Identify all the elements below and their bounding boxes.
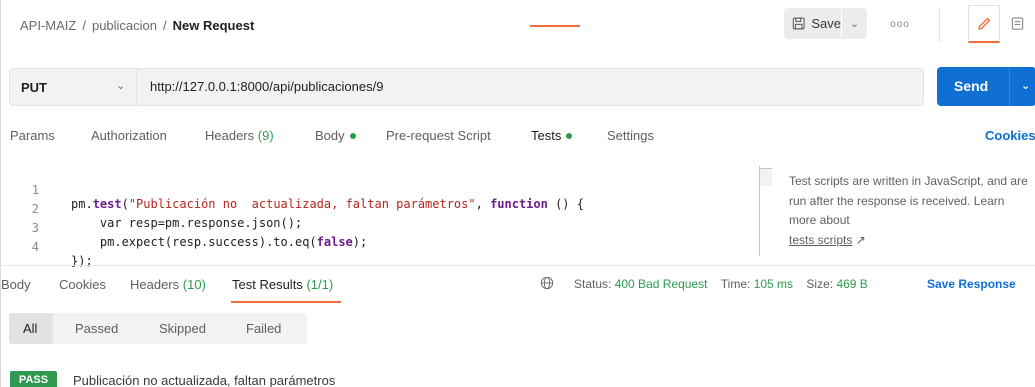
send-button[interactable]: Send ⌄ [937,67,1035,106]
filter-passed[interactable]: Passed [75,321,118,336]
time-label: Time: [720,277,751,291]
save-button[interactable]: Save [784,8,841,39]
save-response-button[interactable]: Save Response [927,277,1016,291]
status-label: Status: [574,277,612,291]
tests-script-editor[interactable]: 1 pm.test("Publicación no actualizada, f… [9,166,773,268]
tab-label: Params [10,128,55,143]
filter-all[interactable]: All [23,321,37,336]
pencil-icon [978,17,991,30]
pass-badge: PASS [10,371,57,387]
chevron-down-icon: ⌄ [849,18,860,30]
tab-response-cookies[interactable]: Cookies [59,277,106,292]
tab-label: Headers [130,277,180,292]
editor-line: 3 pm.expect(resp.success).to.eq(false); [9,207,769,249]
editor-line: 2 var resp=pm.response.json(); [9,188,769,230]
tab-label: Body [315,128,345,143]
response-meta: Status: 400 Bad Request Time: 105 ms Siz… [574,277,868,291]
method-select[interactable]: PUT [21,80,47,95]
tab-label: Tests [531,128,562,143]
size-label: Size: [806,277,834,291]
active-tab-indicator [530,25,580,27]
tab-body[interactable]: Body [315,128,356,143]
floppy-icon [792,17,805,30]
request-tabs: Params Authorization Headers (9) Body Pr… [1,128,1035,158]
tests-scripts-link[interactable]: tests scripts [789,233,852,247]
response-divider[interactable] [1,265,1035,266]
send-split-divider [1009,67,1010,106]
test-result-name: Publicación no actualizada, faltan parám… [73,373,336,387]
toolbar-divider [939,8,940,42]
tab-pre-request-script[interactable]: Pre-request Script [386,128,491,143]
breadcrumb-collection[interactable]: API-MAIZ [20,18,76,33]
tab-tests[interactable]: Tests [531,128,573,143]
more-options-button[interactable]: ooo [887,14,913,34]
tab-label: Authorization [91,128,167,143]
help-text: Test scripts are written in JavaScript, … [789,174,1028,227]
time-value[interactable]: 105 ms [754,277,793,291]
external-link-icon: ↗ [855,232,866,247]
status-value[interactable]: 400 Bad Request [615,277,708,291]
documentation-button[interactable] [1004,10,1030,36]
editor-line: 1 pm.test("Publicación no actualizada, f… [9,169,769,211]
line-number: 4 [31,240,39,254]
breadcrumb-folder[interactable]: publicacion [92,18,157,33]
filter-skipped[interactable]: Skipped [159,321,206,336]
save-label: Save [811,16,841,31]
tests-help-panel: Test scripts are written in JavaScript, … [789,172,1034,250]
breadcrumb-separator: / [82,18,86,33]
tab-count: (1/1) [306,277,334,292]
globe-icon[interactable] [540,276,554,290]
results-filter: All Passed Skipped Failed [9,313,307,344]
tab-label: Pre-request Script [386,128,491,143]
tab-label: Body [1,277,31,292]
editor-line: 4 }); [9,226,769,268]
active-response-tab-indicator [231,301,341,303]
url-input[interactable] [150,79,910,94]
breadcrumb: API-MAIZ / publicacion / New Request [20,18,254,33]
size-value[interactable]: 469 B [836,277,867,291]
tab-count: (9) [257,128,274,143]
response-tabs: Body Cookies Headers (10) Test Results (… [1,277,1035,303]
modified-dot-icon [349,132,356,139]
breadcrumb-separator: / [163,18,167,33]
chevron-down-icon[interactable]: ⌄ [1021,79,1030,92]
chevron-down-icon[interactable]: ⌄ [116,79,125,92]
tab-label: Headers [205,128,255,143]
tab-count: (10) [182,277,206,292]
edit-button[interactable] [968,5,1000,43]
url-divider [136,69,137,105]
save-options-button[interactable]: ⌄ [842,8,867,39]
tab-headers[interactable]: Headers (9) [205,128,274,143]
postman-window: API-MAIZ / publicacion / New Request Save ⌄ … [0,0,1035,387]
modified-dot-icon [566,132,573,139]
breadcrumb-request-name[interactable]: New Request [173,18,255,33]
tab-label: Settings [607,128,654,143]
request-header: API-MAIZ / publicacion / New Request Save ⌄ … [1,0,1035,56]
document-icon [1011,16,1023,30]
tab-params[interactable]: Params [10,128,55,143]
tab-authorization[interactable]: Authorization [91,128,167,143]
tab-label: Cookies [59,277,106,292]
send-label: Send [954,78,989,94]
editor-scroll-thumb[interactable] [760,168,772,186]
tab-label: Test Results [232,277,303,292]
tab-settings[interactable]: Settings [607,128,654,143]
url-bar: PUT ⌄ [9,68,924,106]
tab-response-headers[interactable]: Headers (10) [130,277,206,292]
tab-test-results[interactable]: Test Results (1/1) [232,277,333,292]
tab-response-body[interactable]: Body [1,277,31,292]
cookies-link[interactable]: Cookies [985,128,1035,143]
filter-failed[interactable]: Failed [246,321,281,336]
